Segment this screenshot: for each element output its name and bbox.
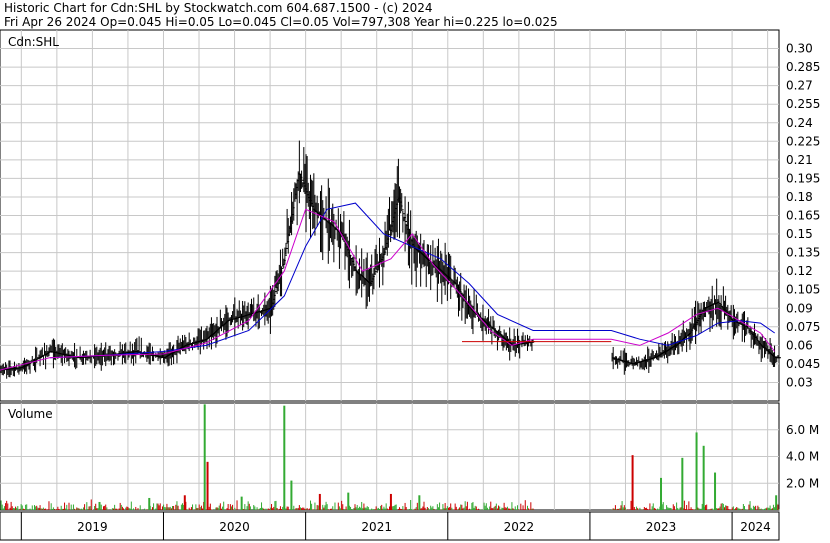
price-y-tick-label: 0.045 xyxy=(786,357,820,371)
price-y-tick-label: 0.195 xyxy=(786,171,820,185)
volume-spike-bar xyxy=(347,492,350,510)
volume-y-tick-label: 2.0 M xyxy=(786,476,819,490)
price-y-tick-label: 0.09 xyxy=(786,301,813,315)
volume-spike-bar xyxy=(148,497,151,510)
price-y-tick-label: 0.06 xyxy=(786,338,813,352)
volume-spike-bar xyxy=(681,457,684,510)
volume-spike-bar xyxy=(183,495,186,510)
price-y-tick-label: 0.165 xyxy=(786,209,820,223)
volume-spike-bar xyxy=(203,404,206,510)
price-y-tick-label: 0.30 xyxy=(786,42,813,56)
volume-y-tick-label: 6.0 M xyxy=(786,423,819,437)
volume-spike-bar xyxy=(714,472,717,510)
volume-y-axis: 6.0 M 4.0 M 2.0 M xyxy=(786,423,819,491)
volume-spike-bar xyxy=(283,405,286,510)
volume-spike-bar xyxy=(631,455,634,510)
volume-spike-bar xyxy=(775,495,778,510)
price-y-tick-label: 0.21 xyxy=(786,153,813,167)
x-tick-label: 2021 xyxy=(361,520,392,534)
volume-spike-bar xyxy=(418,495,421,510)
volume-spike-bar xyxy=(240,496,243,510)
x-tick-label: 2019 xyxy=(77,520,108,534)
volume-spike-bar xyxy=(702,445,705,510)
price-y-tick-label: 0.255 xyxy=(786,97,820,111)
price-y-tick-label: 0.27 xyxy=(786,79,813,93)
price-y-tick-label: 0.105 xyxy=(786,283,820,297)
price-y-tick-label: 0.03 xyxy=(786,375,813,389)
x-tick-label: 2020 xyxy=(219,520,250,534)
price-y-axis: 0.30 0.285 0.27 0.255 0.24 0.225 0.21 0.195 0.18… xyxy=(786,42,820,390)
price-y-tick-label: 0.075 xyxy=(786,320,820,334)
volume-spike-bar xyxy=(318,493,321,510)
volume-spike-bar xyxy=(290,480,293,510)
price-y-tick-label: 0.285 xyxy=(786,60,820,74)
price-y-tick-label: 0.15 xyxy=(786,227,813,241)
price-y-tick-label: 0.12 xyxy=(786,264,813,278)
price-y-tick-label: 0.18 xyxy=(786,190,813,204)
x-tick-label: 2022 xyxy=(504,520,535,534)
volume-spike-bar xyxy=(98,501,101,510)
volume-panel-title: Volume xyxy=(8,407,53,421)
volume-spike-bar xyxy=(695,432,698,510)
price-y-tick-label: 0.135 xyxy=(786,246,820,260)
stock-chart: 0.30 0.285 0.27 0.255 0.24 0.225 0.21 0.195 0.18… xyxy=(0,29,820,541)
price-y-tick-label: 0.24 xyxy=(786,116,813,130)
price-y-tick-label: 0.225 xyxy=(786,134,820,148)
volume-y-tick-label: 4.0 M xyxy=(786,450,819,464)
volume-spike-bar xyxy=(660,477,663,510)
volume-spike-bar xyxy=(389,493,392,510)
volume-spike-bar xyxy=(206,461,209,510)
x-tick-label: 2024 xyxy=(740,520,771,534)
price-panel-title: Cdn:SHL xyxy=(8,35,59,49)
x-tick-label: 2023 xyxy=(646,520,677,534)
